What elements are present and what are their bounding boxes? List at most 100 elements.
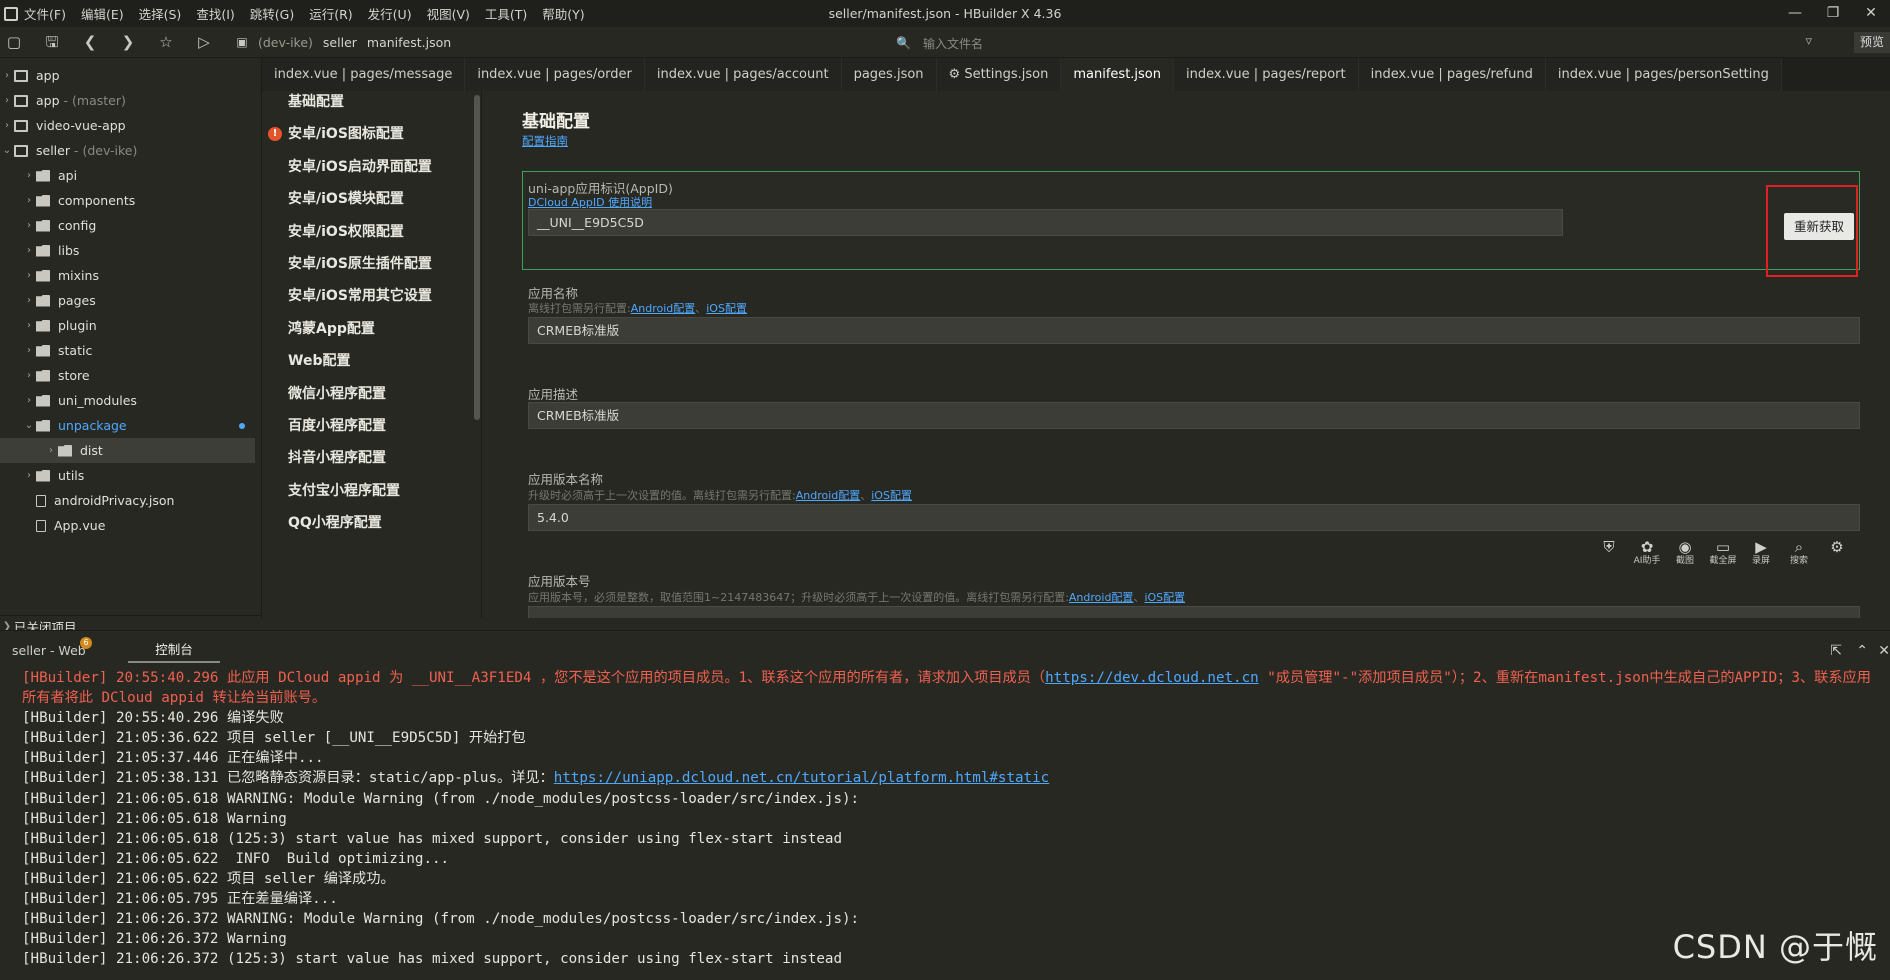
ios-config-link[interactable]: iOS配置: [706, 302, 747, 315]
console-close-icon[interactable]: ✕: [1878, 643, 1890, 659]
app-desc-field[interactable]: CRMEB标准版: [528, 402, 1860, 429]
config-nav-item[interactable]: 百度小程序配置: [288, 411, 386, 441]
config-nav-item[interactable]: 支付宝小程序配置: [288, 476, 400, 506]
config-nav-item[interactable]: 基础配置: [288, 91, 344, 117]
config-nav-item[interactable]: 安卓/iOS启动界面配置: [288, 152, 432, 182]
menu-bar: 文件(F) 编辑(E) 选择(S) 查找(I) 跳转(G) 运行(R) 发行(U) 视图(V)…: [24, 4, 600, 23]
preview-button[interactable]: 预览: [1853, 32, 1890, 53]
breadcrumb-file[interactable]: manifest.json: [367, 35, 451, 50]
tree-item[interactable]: › uni_modules: [0, 388, 255, 413]
config-nav-item[interactable]: Web配置: [288, 346, 350, 376]
tree-item[interactable]: › static: [0, 338, 255, 363]
editor-tab[interactable]: index.vue | pages/personSetting: [1545, 58, 1782, 91]
editor-tab[interactable]: index.vue | pages/message: [262, 58, 466, 91]
tree-item[interactable]: › mixins: [0, 263, 255, 288]
menu-item[interactable]: 编辑(E): [81, 4, 124, 23]
menu-item[interactable]: 跳转(G): [250, 4, 294, 23]
android-config-link[interactable]: Android配置: [796, 489, 861, 502]
tree-item[interactable]: › app: [0, 63, 255, 88]
tree-item[interactable]: ⌄ seller - (dev-ike): [0, 138, 255, 163]
menu-item[interactable]: 查找(I): [196, 4, 234, 23]
editor-tab[interactable]: index.vue | pages/refund: [1358, 58, 1546, 91]
close-icon[interactable]: ✕: [1852, 0, 1890, 27]
tree-item[interactable]: androidPrivacy.json: [0, 488, 255, 513]
editor-tab[interactable]: pages.json: [841, 58, 937, 91]
console-tab-web[interactable]: seller - Web: [12, 643, 86, 658]
breadcrumb-project[interactable]: seller: [323, 35, 357, 50]
tree-item[interactable]: › store: [0, 363, 255, 388]
back-icon[interactable]: ❮: [82, 34, 98, 50]
tree-item[interactable]: › pages: [0, 288, 255, 313]
breadcrumb-branch[interactable]: (dev-ike): [258, 35, 313, 50]
config-nav-item[interactable]: ! 安卓/iOS图标配置: [268, 119, 404, 149]
menu-item[interactable]: 文件(F): [24, 4, 66, 23]
config-nav-item[interactable]: 抖音小程序配置: [288, 443, 386, 473]
menu-item[interactable]: 运行(R): [309, 4, 352, 23]
fullscreen-capture-button[interactable]: ▭ 截全屏: [1704, 538, 1742, 567]
appid-help-link[interactable]: DCloud AppID 使用说明: [528, 194, 652, 210]
config-nav-item[interactable]: 安卓/iOS权限配置: [288, 217, 404, 247]
appid-field[interactable]: __UNI__E9D5C5D: [528, 209, 1563, 236]
config-guide-link[interactable]: 配置指南: [522, 133, 568, 149]
filter-icon[interactable]: ▿: [1805, 34, 1812, 49]
file-search-input[interactable]: 🔍 输入文件名: [896, 33, 1416, 53]
config-nav-scrollbar[interactable]: [474, 95, 480, 420]
version-code-field[interactable]: [528, 606, 1860, 618]
new-file-icon[interactable]: ▢: [6, 34, 22, 50]
config-nav-item[interactable]: 安卓/iOS原生插件配置: [288, 249, 432, 279]
console-tab-console[interactable]: 控制台: [128, 637, 220, 663]
menu-item[interactable]: 帮助(Y): [542, 4, 584, 23]
config-nav-item[interactable]: QQ小程序配置: [288, 508, 382, 538]
ios-config-link[interactable]: iOS配置: [1144, 591, 1185, 604]
console-link[interactable]: https://dev.dcloud.net.cn: [1045, 670, 1259, 686]
screenshot-button[interactable]: ◉ 截图: [1666, 538, 1704, 567]
config-nav-item[interactable]: 微信小程序配置: [288, 379, 386, 409]
record-button[interactable]: ▶ 录屏: [1742, 538, 1780, 567]
tree-item[interactable]: › video-vue-app: [0, 113, 255, 138]
tree-item[interactable]: › dist: [0, 438, 255, 463]
android-config-link[interactable]: Android配置: [631, 302, 696, 315]
menu-item[interactable]: 选择(S): [139, 4, 182, 23]
run-icon[interactable]: ▷: [196, 34, 212, 50]
tree-item[interactable]: › components: [0, 188, 255, 213]
tree-item[interactable]: ⌄ unpackage: [0, 413, 255, 438]
editor-tab[interactable]: index.vue | pages/account: [644, 58, 842, 91]
editor-tab[interactable]: ⚙ Settings.json: [936, 58, 1062, 91]
editor-tab[interactable]: index.vue | pages/report: [1174, 58, 1359, 91]
config-nav-item[interactable]: 安卓/iOS常用其它设置: [288, 281, 432, 311]
editor-tab[interactable]: manifest.json: [1061, 58, 1174, 91]
save-icon[interactable]: 🖫: [44, 34, 60, 50]
version-name-field[interactable]: 5.4.0: [528, 504, 1860, 531]
config-nav-item[interactable]: 安卓/iOS模块配置: [288, 184, 404, 214]
bookmark-star-icon[interactable]: ☆: [158, 34, 174, 50]
ios-config-link[interactable]: iOS配置: [871, 489, 912, 502]
menu-item[interactable]: 视图(V): [427, 4, 470, 23]
open-external-icon[interactable]: ⇱: [1830, 643, 1842, 659]
tree-item[interactable]: › config: [0, 213, 255, 238]
collapse-up-icon[interactable]: ⌃: [1856, 643, 1868, 659]
restore-icon[interactable]: ❐: [1814, 0, 1852, 27]
minimize-icon[interactable]: —: [1776, 0, 1814, 27]
project-icon: [14, 119, 28, 132]
tree-item[interactable]: › libs: [0, 238, 255, 263]
menu-item[interactable]: 发行(U): [368, 4, 412, 23]
config-nav-label: 安卓/iOS启动界面配置: [288, 158, 432, 175]
tree-item[interactable]: App.vue: [0, 513, 255, 538]
tree-item[interactable]: › api: [0, 163, 255, 188]
tree-item[interactable]: › app - (master): [0, 88, 255, 113]
tree-item[interactable]: › utils: [0, 463, 255, 488]
tree-item[interactable]: › plugin: [0, 313, 255, 338]
menu-item[interactable]: 工具(T): [485, 4, 527, 23]
forward-icon[interactable]: ❯: [120, 34, 136, 50]
settings-gear-icon[interactable]: ⚙: [1818, 538, 1856, 556]
console-line: [HBuilder] 21:06:26.372 (125:3) start va…: [22, 949, 1890, 969]
search-button[interactable]: ⌕ 搜索: [1780, 538, 1818, 567]
android-config-link[interactable]: Android配置: [1069, 591, 1134, 604]
editor-tab[interactable]: index.vue | pages/order: [465, 58, 645, 91]
shield-icon[interactable]: ⛨: [1590, 538, 1628, 556]
app-name-field[interactable]: CRMEB标准版: [528, 317, 1860, 344]
config-nav-label: 百度小程序配置: [288, 418, 386, 434]
console-link[interactable]: https://uniapp.dcloud.net.cn/tutorial/pl…: [554, 770, 1049, 786]
config-nav-item[interactable]: 鸿蒙App配置: [288, 314, 375, 344]
ai-assistant-button[interactable]: ✿ AI助手: [1628, 538, 1666, 567]
